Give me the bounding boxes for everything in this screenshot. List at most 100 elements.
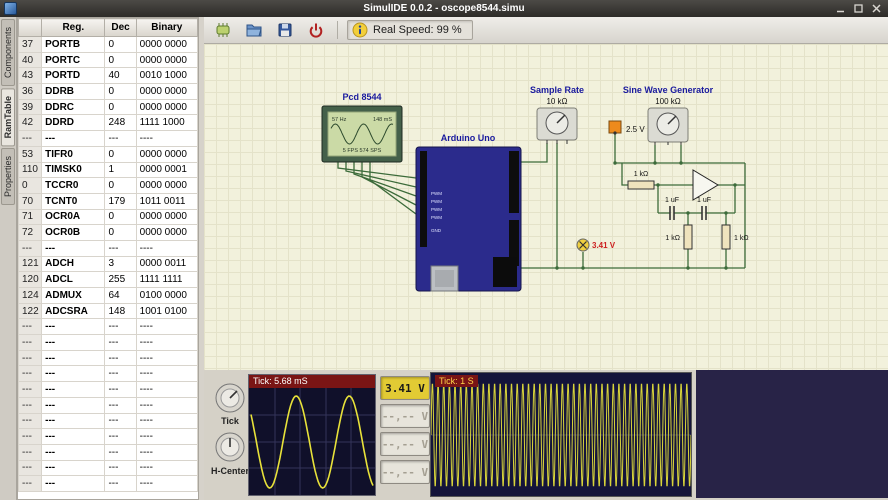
- table-row[interactable]: 43PORTD400010 1000: [19, 68, 198, 84]
- resistors[interactable]: 1 kΩ 1 kΩ 1 kΩ: [628, 171, 749, 249]
- row-cell: ---: [42, 131, 105, 147]
- row-address: 43: [19, 68, 42, 84]
- op-amp[interactable]: [693, 170, 718, 200]
- table-row[interactable]: -------------: [19, 366, 198, 382]
- row-cell: ---: [42, 397, 105, 413]
- row-address: ---: [19, 476, 42, 492]
- row-address: 36: [19, 84, 42, 100]
- plotter-tick-label: Tick: 1 S: [435, 375, 478, 387]
- row-cell: ---: [105, 397, 136, 413]
- row-cell: TIMSK0: [42, 162, 105, 178]
- new-circuit-button[interactable]: [211, 18, 235, 42]
- table-row[interactable]: -------------: [19, 131, 198, 147]
- row-cell: ---: [105, 366, 136, 382]
- table-row[interactable]: -------------: [19, 350, 198, 366]
- svg-text:PWM: PWM: [431, 207, 442, 212]
- power-button[interactable]: [304, 18, 328, 42]
- table-row[interactable]: -------------: [19, 413, 198, 429]
- sine-wave-generator-pot[interactable]: Sine Wave Generator 100 kΩ: [623, 85, 714, 145]
- table-row[interactable]: -------------: [19, 460, 198, 476]
- tab-ramtable[interactable]: RamTable: [1, 88, 15, 146]
- tick-knob[interactable]: [214, 382, 246, 414]
- table-row[interactable]: -------------: [19, 397, 198, 413]
- row-address: 124: [19, 288, 42, 304]
- row-address: ---: [19, 429, 42, 445]
- table-row[interactable]: 124ADMUX640100 0000: [19, 288, 198, 304]
- row-cell: 1111 1111: [136, 272, 197, 288]
- row-address: 122: [19, 303, 42, 319]
- table-row[interactable]: -------------: [19, 476, 198, 492]
- row-cell: ----: [136, 397, 197, 413]
- svg-text:PWM: PWM: [431, 215, 442, 220]
- row-cell: 1: [105, 162, 136, 178]
- table-row[interactable]: -------------: [19, 335, 198, 351]
- row-cell: TIFR0: [42, 146, 105, 162]
- pcd8544-display[interactable]: Pcd 8544 57 Hz 148 mS 5 FPS 574 SPS: [322, 92, 402, 162]
- tab-properties[interactable]: Properties: [1, 148, 15, 205]
- row-address: ---: [19, 413, 42, 429]
- lcd-stat-fps: 5 FPS 574 SPS: [343, 148, 382, 154]
- row-address: ---: [19, 397, 42, 413]
- row-cell: 1001 0100: [136, 303, 197, 319]
- resistor-label-1: 1 kΩ: [634, 171, 649, 178]
- tab-components[interactable]: Components: [1, 19, 15, 86]
- dark-dock-panel: [696, 370, 888, 498]
- table-row[interactable]: -------------: [19, 429, 198, 445]
- table-row[interactable]: 72OCR0B00000 0000: [19, 225, 198, 241]
- row-cell: PORTB: [42, 37, 105, 53]
- row-cell: ---: [42, 366, 105, 382]
- row-cell: 0010 1000: [136, 68, 197, 84]
- table-row[interactable]: -------------: [19, 319, 198, 335]
- sample-rate-pot[interactable]: Sample Rate 10 kΩ: [530, 85, 584, 144]
- table-row[interactable]: -------------: [19, 382, 198, 398]
- table-row[interactable]: 0TCCR000000 0000: [19, 178, 198, 194]
- row-cell: 1011 0011: [136, 193, 197, 209]
- h-center-knob[interactable]: [214, 431, 246, 463]
- circuit-canvas[interactable]: Pcd 8544 57 Hz 148 mS 5 FPS 574 SPS Ardu…: [204, 44, 888, 370]
- row-cell: ---: [105, 460, 136, 476]
- table-row[interactable]: 122ADCSRA1481001 0100: [19, 303, 198, 319]
- ram-table-panel: Reg. Dec Binary 37PORTB00000 000040PORTC…: [17, 17, 199, 500]
- row-cell: ADCH: [42, 256, 105, 272]
- row-cell: 0000 0000: [136, 209, 197, 225]
- table-row[interactable]: 71OCR0A00000 0000: [19, 209, 198, 225]
- row-cell: 0000 0000: [136, 225, 197, 241]
- table-row[interactable]: 39DDRC00000 0000: [19, 99, 198, 115]
- row-cell: ---: [105, 429, 136, 445]
- close-icon[interactable]: [871, 3, 882, 14]
- table-row[interactable]: 40PORTC00000 0000: [19, 52, 198, 68]
- row-cell: 0000 0011: [136, 256, 197, 272]
- table-row[interactable]: 53TIFR000000 0000: [19, 146, 198, 162]
- row-cell: 0: [105, 99, 136, 115]
- table-row[interactable]: 36DDRB00000 0000: [19, 84, 198, 100]
- channel-2-value[interactable]: --,-- V: [380, 404, 430, 428]
- row-cell: ---: [105, 444, 136, 460]
- row-address: 110: [19, 162, 42, 178]
- channel-4-value[interactable]: --,-- V: [380, 460, 430, 484]
- arduino-uno[interactable]: Arduino Uno PWM PWM PWM PWM GND: [416, 133, 521, 291]
- channel-1-value[interactable]: 3.41 V: [380, 376, 430, 400]
- row-cell: 0: [105, 178, 136, 194]
- channel-3-value[interactable]: --,-- V: [380, 432, 430, 456]
- maximize-icon[interactable]: [853, 3, 864, 14]
- table-row[interactable]: 110TIMSK010000 0001: [19, 162, 198, 178]
- voltage-source[interactable]: 2.5 V: [609, 121, 645, 135]
- table-row[interactable]: 70TCNT01791011 0011: [19, 193, 198, 209]
- save-button[interactable]: [273, 18, 297, 42]
- table-row[interactable]: -------------: [19, 444, 198, 460]
- table-row[interactable]: 42DDRD2481111 1000: [19, 115, 198, 131]
- table-row[interactable]: 120ADCL2551111 1111: [19, 272, 198, 288]
- sample-rate-label: Sample Rate: [530, 85, 584, 95]
- table-row[interactable]: 37PORTB00000 0000: [19, 37, 198, 53]
- row-address: ---: [19, 335, 42, 351]
- table-row[interactable]: 121ADCH30000 0011: [19, 256, 198, 272]
- voltage-probe[interactable]: 3.41 V: [577, 239, 616, 251]
- table-row[interactable]: -------------: [19, 240, 198, 256]
- sample-rate-value: 10 kΩ: [546, 97, 567, 106]
- plotter: Tick: 1 S: [430, 372, 692, 497]
- minimize-icon[interactable]: [835, 3, 846, 14]
- open-button[interactable]: [242, 18, 266, 42]
- row-cell: DDRD: [42, 115, 105, 131]
- row-cell: ---: [42, 382, 105, 398]
- row-cell: 0000 0000: [136, 84, 197, 100]
